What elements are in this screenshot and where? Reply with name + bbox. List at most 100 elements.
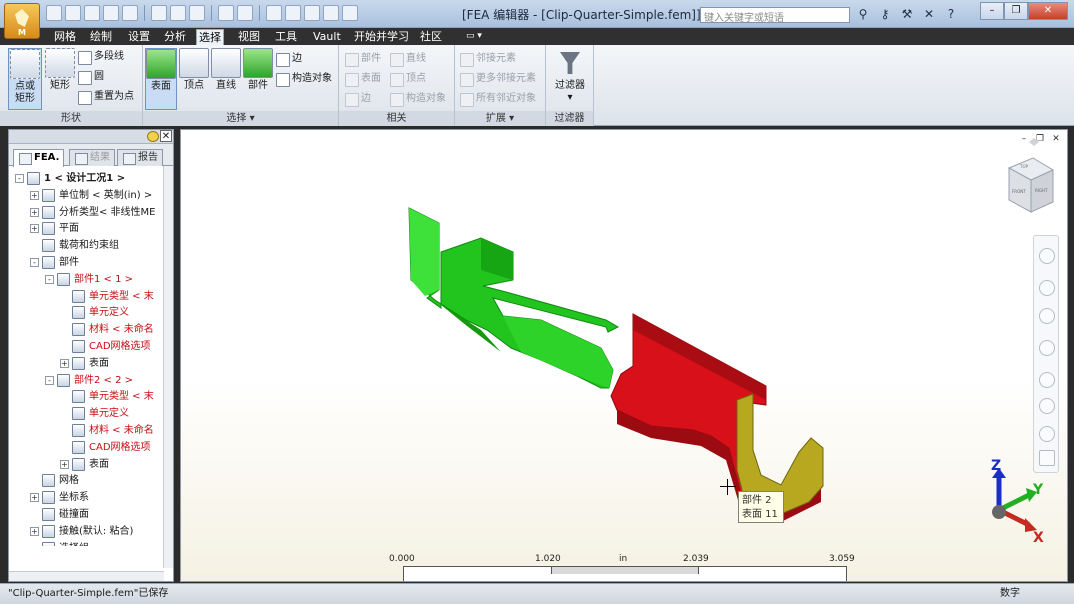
display-area[interactable]: – ❐ ✕ TOP FRONT RIGHT Z Y X 部件 2 表面 11 0… <box>180 129 1068 582</box>
shirt-icon[interactable] <box>266 5 282 21</box>
related-line-button[interactable]: 直线 <box>390 52 426 67</box>
tab-fea-browser[interactable]: FEA. <box>13 149 65 167</box>
close-pane-icon[interactable]: ✕ <box>160 130 172 142</box>
save-icon[interactable] <box>84 5 100 21</box>
home-view-icon[interactable] <box>1029 138 1039 146</box>
polyline-button[interactable]: 多段线 <box>78 50 124 65</box>
new-icon[interactable] <box>46 5 62 21</box>
collapse-icon[interactable]: - <box>45 274 54 284</box>
undo-icon[interactable] <box>103 5 119 21</box>
zoom-icon[interactable] <box>1039 308 1055 324</box>
related-edge-button[interactable]: 边 <box>345 92 371 107</box>
tree-item[interactable]: CAD网格选项 <box>9 338 159 355</box>
redo-icon[interactable] <box>122 5 138 21</box>
snap-icon[interactable] <box>218 5 234 21</box>
point-or-rect-button[interactable]: 点或 矩形 <box>8 48 42 110</box>
tree-item[interactable]: + 分析类型< 非线性ME <box>9 204 159 221</box>
expand-icon[interactable]: + <box>30 493 39 503</box>
vertex-select-button[interactable]: 顶点 <box>179 48 209 92</box>
model-canvas[interactable]: TOP FRONT RIGHT Z Y X <box>181 130 1068 582</box>
tab-vault[interactable]: Vault <box>311 29 343 45</box>
ortho-icon[interactable] <box>1039 426 1055 442</box>
tree-vertical-scrollbar[interactable] <box>163 166 173 568</box>
table-icon[interactable] <box>189 5 205 21</box>
restore-button[interactable]: ❐ <box>1004 2 1028 20</box>
construction-select-button[interactable]: 构造对象 <box>276 72 332 87</box>
close-button[interactable]: ✕ <box>1028 2 1068 20</box>
tree-horizontal-scrollbar[interactable] <box>9 571 164 581</box>
pencil-icon[interactable] <box>170 5 186 21</box>
extend-panel-label[interactable]: 扩展 ▾ <box>455 111 545 126</box>
tree-item[interactable]: + 表面 <box>9 355 159 372</box>
tree-item[interactable]: 单元类型 < 末 <box>9 388 159 405</box>
collapse-icon[interactable]: - <box>45 375 54 385</box>
rewind-icon[interactable] <box>1039 398 1055 414</box>
expand-icon[interactable]: + <box>30 207 39 217</box>
tab-tools[interactable]: 工具 <box>273 29 299 45</box>
tree-item[interactable]: 材料 < 未命名 <box>9 321 159 338</box>
adjacent-elements-button[interactable]: 邻接元素 <box>460 52 516 67</box>
brush-icon[interactable] <box>151 5 167 21</box>
more-adjacent-button[interactable]: 更多邻接元素 <box>460 72 536 87</box>
tree-item[interactable]: 单元定义 <box>9 304 159 321</box>
window-icon[interactable] <box>285 5 301 21</box>
collapse-icon[interactable]: - <box>15 174 24 183</box>
reset-point-button[interactable]: 重置为点 <box>78 90 134 105</box>
expand-icon[interactable]: + <box>60 459 69 469</box>
tab-analysis[interactable]: 分析 <box>162 29 188 45</box>
expand-icon[interactable]: + <box>60 358 69 368</box>
tree-item[interactable]: + 单位制 < 英制(in) > <box>9 187 159 204</box>
collapse-icon[interactable]: - <box>30 258 39 267</box>
select-panel-label[interactable]: 选择 ▾ <box>143 111 338 126</box>
tree-item[interactable]: 选择组 <box>9 540 159 546</box>
minimize-ribbon-icon[interactable]: ▭ ▾ <box>466 31 490 41</box>
tab-view[interactable]: 视图 <box>236 29 262 45</box>
open-icon[interactable] <box>65 5 81 21</box>
rectangle-button[interactable]: 矩形 <box>45 48 75 92</box>
key-icon[interactable]: ⚷ <box>877 6 893 22</box>
look-at-icon[interactable] <box>1039 372 1055 388</box>
orbit-icon[interactable] <box>1039 340 1055 356</box>
tree-item[interactable]: - 部件1 < 1 > <box>9 271 159 288</box>
pan-hand-icon[interactable] <box>1039 280 1055 296</box>
expand-icon[interactable]: + <box>30 190 39 200</box>
sheet-icon[interactable] <box>304 5 320 21</box>
related-construction-button[interactable]: 构造对象 <box>390 92 446 107</box>
edge-select-button[interactable]: 边 <box>276 52 302 67</box>
part-icon[interactable] <box>237 5 253 21</box>
minimize-button[interactable]: – <box>980 2 1004 20</box>
tree-item[interactable]: 单元定义 <box>9 405 159 422</box>
surface-select-button[interactable]: 表面 <box>145 48 177 110</box>
pin-icon[interactable] <box>147 131 159 142</box>
tree-item[interactable]: 材料 < 未命名 <box>9 422 159 439</box>
display-mode-icon[interactable] <box>1039 450 1055 466</box>
expand-icon[interactable]: + <box>30 526 39 536</box>
viewcube[interactable]: TOP FRONT RIGHT <box>1007 138 1055 213</box>
expand-icon[interactable]: + <box>30 224 39 234</box>
line-select-button[interactable]: 直线 <box>211 48 241 92</box>
help-search-input[interactable]: 键入关键字或短语 <box>700 7 850 24</box>
part-1-green[interactable] <box>408 207 620 389</box>
tools-icon[interactable]: ⚒ <box>899 6 915 22</box>
tab-setup[interactable]: 设置 <box>126 29 152 45</box>
tree-item[interactable]: 网格 <box>9 472 159 489</box>
tree-item[interactable]: CAD网格选项 <box>9 439 159 456</box>
part-select-button[interactable]: 部件 <box>243 48 273 92</box>
tab-draw[interactable]: 绘制 <box>88 29 114 45</box>
help-icon[interactable]: ? <box>943 6 959 22</box>
dropdown-arrow-icon[interactable] <box>342 5 358 21</box>
application-menu-button[interactable]: M <box>4 3 40 39</box>
related-surface-button[interactable]: 表面 <box>345 72 381 87</box>
tab-community[interactable]: 社区 <box>418 29 444 45</box>
tree-item[interactable]: - 部件2 < 2 > <box>9 372 159 389</box>
tree-item[interactable]: 载荷和约束组 <box>9 237 159 254</box>
binoculars-icon[interactable]: ⚲ <box>855 6 871 22</box>
all-adjacent-button[interactable]: 所有邻近对象 <box>460 92 536 107</box>
filter-button[interactable]: 过滤器 ▾ <box>552 48 588 104</box>
tree-item[interactable]: + 平面 <box>9 220 159 237</box>
tree-item[interactable]: + 坐标系 <box>9 489 159 506</box>
tab-get-started[interactable]: 开始并学习 <box>352 29 411 45</box>
tree-item[interactable]: 碰撞面 <box>9 506 159 523</box>
tree-item[interactable]: - 1 < 设计工况1 > <box>9 170 159 187</box>
related-part-button[interactable]: 部件 <box>345 52 381 67</box>
